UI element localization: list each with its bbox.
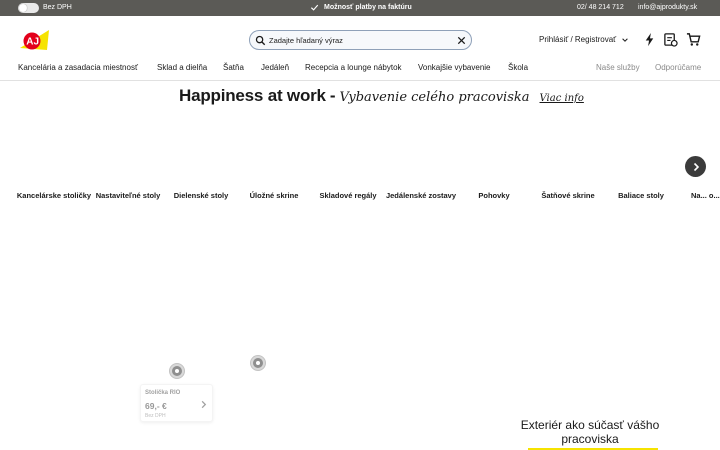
promo-heading: Exteriér ako súčasť vášho pracoviska xyxy=(520,418,660,446)
search-bar xyxy=(249,30,472,50)
search-input[interactable] xyxy=(269,33,449,47)
lightning-icon[interactable] xyxy=(642,32,657,47)
chevron-down-icon xyxy=(622,37,628,42)
nav-divider xyxy=(0,80,720,81)
hero-subtitle: Vybavenie celého pracoviska xyxy=(339,90,530,105)
clear-icon[interactable] xyxy=(456,35,467,46)
nav-item-reception[interactable]: Recepcia a lounge nábytok xyxy=(305,63,402,72)
hero-dash: - xyxy=(329,86,336,105)
nav-item-services[interactable]: Naše služby xyxy=(596,63,640,72)
login-register-label: Prihlásiť / Registrovať xyxy=(539,35,617,44)
category-office-chairs[interactable]: Kancelárske stoličky xyxy=(14,191,94,201)
category-lockers[interactable]: Šatňové skrine xyxy=(528,191,608,201)
aj-logo[interactable]: AJ xyxy=(18,28,51,52)
email-link[interactable]: info@ajprodukty.sk xyxy=(638,4,697,11)
product-hotspot[interactable] xyxy=(170,364,184,378)
quote-icon[interactable] xyxy=(663,32,678,47)
product-vat-note: Bez DPH xyxy=(145,413,166,419)
category-dining-sets[interactable]: Jedálenské zostavy xyxy=(381,191,461,201)
check-icon xyxy=(310,4,319,11)
payment-notice-text: Možnosť platby na faktúru xyxy=(324,4,412,11)
vat-toggle-knob xyxy=(19,4,27,12)
nav-item-school[interactable]: Škola xyxy=(508,63,528,72)
nav-item-locker-room[interactable]: Šatňa xyxy=(223,63,244,72)
hero-title: Happiness at work xyxy=(179,86,326,105)
top-bar: Bez DPH Možnosť platby na faktúru 02/ 48… xyxy=(0,0,720,16)
category-adjustable-desks[interactable]: Nastaviteľné stoly xyxy=(88,191,168,201)
nav-item-outdoor[interactable]: Vonkajšie vybavenie xyxy=(418,63,491,72)
category-workbenches[interactable]: Dielenské stoly xyxy=(161,191,241,201)
phone-link[interactable]: 02/ 48 214 712 xyxy=(577,4,624,11)
product-price: 69,- € xyxy=(145,401,167,411)
hero-more-link[interactable]: Viac info xyxy=(540,93,584,104)
category-packing-tables[interactable]: Baliace stoly xyxy=(601,191,681,201)
product-hotspot[interactable] xyxy=(251,356,265,370)
login-register-button[interactable]: Prihlásiť / Registrovať xyxy=(539,35,629,44)
vat-toggle[interactable] xyxy=(18,3,39,13)
carousel-next-button[interactable] xyxy=(685,156,706,177)
cart-icon[interactable] xyxy=(686,32,701,47)
nav-item-warehouse[interactable]: Sklad a dielňa xyxy=(157,63,207,72)
payment-notice: Možnosť platby na faktúru xyxy=(310,3,412,12)
search-icon[interactable] xyxy=(255,35,266,46)
hero-banner: Happiness at work - Vybavenie celého pra… xyxy=(179,86,584,106)
category-partial[interactable]: Na... o... xyxy=(674,191,720,201)
next-arrow-icon xyxy=(693,162,699,171)
category-storage-cabinets[interactable]: Úložné skrine xyxy=(234,191,314,201)
nav-item-office[interactable]: Kancelária a zasadacia miestnosť xyxy=(18,63,138,72)
chevron-right-icon xyxy=(201,400,207,409)
category-sofas[interactable]: Pohovky xyxy=(454,191,534,201)
vat-toggle-label: Bez DPH xyxy=(43,4,72,11)
nav-item-canteen[interactable]: Jedáleň xyxy=(261,63,289,72)
nav-item-recommended[interactable]: Odporúčame xyxy=(655,63,701,72)
product-name: Stolička RIO xyxy=(145,390,181,396)
category-shelving[interactable]: Skladové regály xyxy=(308,191,388,201)
product-card[interactable]: Stolička RIO 69,- € Bez DPH xyxy=(140,384,213,422)
svg-text:AJ: AJ xyxy=(26,37,39,48)
main-nav: Kancelária a zasadacia miestnosť Sklad a… xyxy=(0,63,720,75)
